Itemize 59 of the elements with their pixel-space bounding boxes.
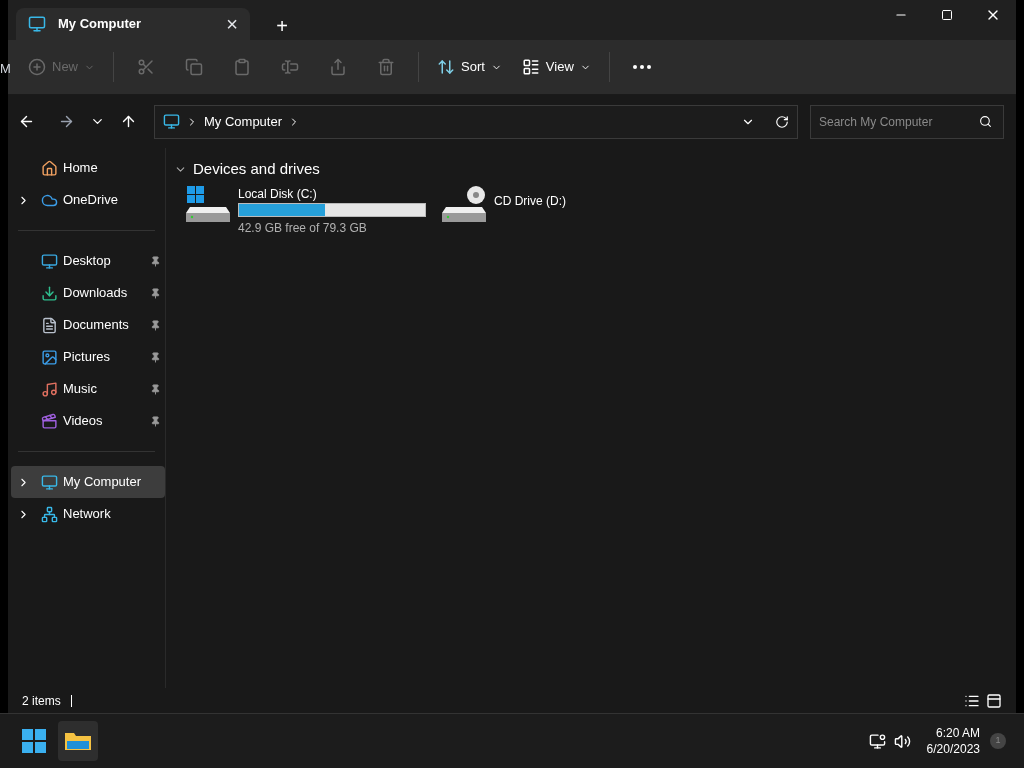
sidebar-item[interactable]: Pictures [11,341,165,373]
network-icon [41,505,58,523]
view-button[interactable]: View [513,49,599,85]
breadcrumb[interactable]: My Computer [204,111,283,132]
folder-icon [65,730,91,752]
copy-icon [185,58,203,76]
address-bar[interactable]: My Computer [154,104,798,139]
monitor-icon [163,113,180,130]
cd-drive-icon [442,184,486,223]
search-field[interactable]: Search My Computer [810,104,1004,139]
search-icon [979,114,992,128]
clock-time: 6:20 AM [935,725,980,741]
monitor-icon [28,15,46,33]
document-icon [41,316,58,334]
music-note-icon [41,380,58,398]
tiles-view-icon[interactable] [986,692,1002,709]
desktop-icon [41,252,58,270]
tab[interactable]: My Computer × [16,8,250,40]
sidebar-item[interactable]: Downloads [11,277,165,309]
trash-icon [377,58,395,76]
sidebar-item[interactable]: Desktop [11,245,165,277]
windows-logo-icon [22,729,46,753]
drive-item[interactable]: CD Drive (D:) [442,184,682,237]
picture-icon [41,348,58,366]
scissors-icon [137,58,155,76]
monitor-icon [41,473,58,491]
back-arrow-icon [18,113,35,130]
section-header[interactable]: Devices and drives [174,158,320,181]
more-icon [632,65,651,69]
maximize-icon [941,9,953,21]
clipboard-icon [233,58,251,76]
desktop-text: M [0,60,11,78]
video-icon [41,412,58,430]
sidebar-item[interactable]: Music [11,373,165,405]
sort-button[interactable]: Sort [429,49,510,85]
house-icon [41,159,58,177]
new-tab-button[interactable]: + [272,16,292,36]
sidebar-item[interactable]: Documents [11,309,165,341]
sidebar-item[interactable]: Network [11,498,165,530]
download-icon [41,284,58,302]
share-icon [329,58,347,76]
plus-circle-icon [28,58,46,76]
rename-icon [281,58,299,76]
volume-icon[interactable] [893,732,911,750]
sidebar-item[interactable]: My Computer [11,466,165,498]
sort-icon [437,58,455,76]
file-explorer-button[interactable] [58,721,98,761]
forward-arrow-icon [58,113,75,130]
clock-date: 6/20/2023 [926,741,980,757]
sidebar-item[interactable]: OneDrive [11,184,165,216]
item-count: 2 items [22,692,61,710]
hard-drive-icon [186,184,230,223]
refresh-icon[interactable] [775,114,789,129]
close-tab-button[interactable]: × [226,14,238,34]
sidebar-item[interactable]: Home [11,152,165,184]
view-icon [521,58,540,76]
network-status-icon[interactable] [868,732,886,750]
drive-item[interactable]: Local Disk (C:) 42.9 GB free of 79.3 GB [186,184,426,237]
sidebar-item[interactable]: Videos [11,405,165,437]
